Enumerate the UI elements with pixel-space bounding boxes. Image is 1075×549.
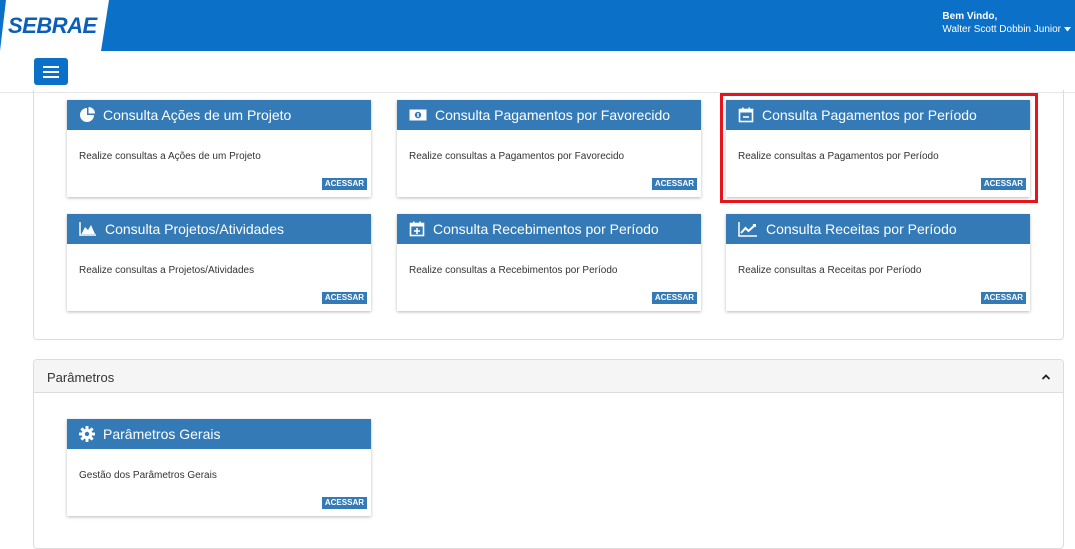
toolbar [0, 51, 1075, 93]
parametros-panel-header[interactable]: Parâmetros [34, 360, 1063, 393]
card-consulta-recebimentos-periodo: Consulta Recebimentos por Período Realiz… [397, 214, 701, 311]
hamburger-menu-icon [43, 65, 59, 68]
card-consulta-projetos-atividades: Consulta Projetos/Atividades Realize con… [67, 214, 371, 311]
greeting-text: Bem Vindo, [942, 11, 998, 22]
card-description: Realize consultas a Receitas por Período [738, 265, 922, 276]
acessar-button[interactable]: ACESSAR [651, 178, 697, 190]
card-title: Parâmetros Gerais [103, 426, 221, 442]
caret-down-icon [1064, 27, 1071, 32]
acessar-button[interactable]: ACESSAR [651, 292, 697, 304]
user-name: Walter Scott Dobbin Junior [942, 24, 1061, 35]
area-chart-icon [79, 222, 96, 236]
card-title: Consulta Pagamentos por Favorecido [435, 107, 671, 123]
card-parametros-gerais: Parâmetros Gerais Gestão dos Parâmetros … [67, 419, 371, 516]
money-icon [409, 109, 427, 121]
sebrae-logo[interactable]: SEBRAE [0, 0, 109, 51]
logo-text: SEBRAE [8, 13, 97, 38]
card-title: Consulta Receitas por Período [766, 221, 957, 237]
pie-chart-icon [80, 107, 95, 122]
card-title: Consulta Ações de um Projeto [103, 107, 292, 123]
card-title: Consulta Projetos/Atividades [105, 221, 284, 237]
gear-icon [79, 426, 95, 442]
card-description: Gestão dos Parâmetros Gerais [79, 470, 217, 481]
chevron-up-icon[interactable] [1041, 372, 1051, 382]
calendar-plus-icon [409, 221, 425, 237]
acessar-button[interactable]: ACESSAR [321, 292, 367, 304]
card-description: Realize consultas a Pagamentos por Favor… [409, 151, 625, 162]
acessar-button[interactable]: ACESSAR [321, 178, 367, 190]
card-consulta-acoes-projeto: Consulta Ações de um Projeto Realize con… [67, 100, 371, 197]
acessar-button[interactable]: ACESSAR [980, 292, 1026, 304]
menu-toggle-button[interactable] [34, 58, 68, 85]
card-description: Realize consultas a Projetos/Atividades [79, 265, 255, 276]
acessar-button[interactable]: ACESSAR [321, 497, 367, 509]
panel-title: Parâmetros [47, 370, 115, 385]
card-description: Realize consultas a Recebimentos por Per… [409, 265, 618, 276]
highlight-box [720, 93, 1038, 203]
card-consulta-pagamentos-favorecido: Consulta Pagamentos por Favorecido Reali… [397, 100, 701, 197]
line-chart-icon [738, 221, 757, 237]
user-menu[interactable]: Bem Vindo, Walter Scott Dobbin Junior [942, 10, 1071, 36]
card-description: Realize consultas a Ações de um Projeto [79, 151, 261, 162]
top-navbar: SEBRAE Bem Vindo, Walter Scott Dobbin Ju… [0, 0, 1075, 51]
card-consulta-receitas-periodo: Consulta Receitas por Período Realize co… [726, 214, 1030, 311]
card-title: Consulta Recebimentos por Período [433, 221, 659, 237]
